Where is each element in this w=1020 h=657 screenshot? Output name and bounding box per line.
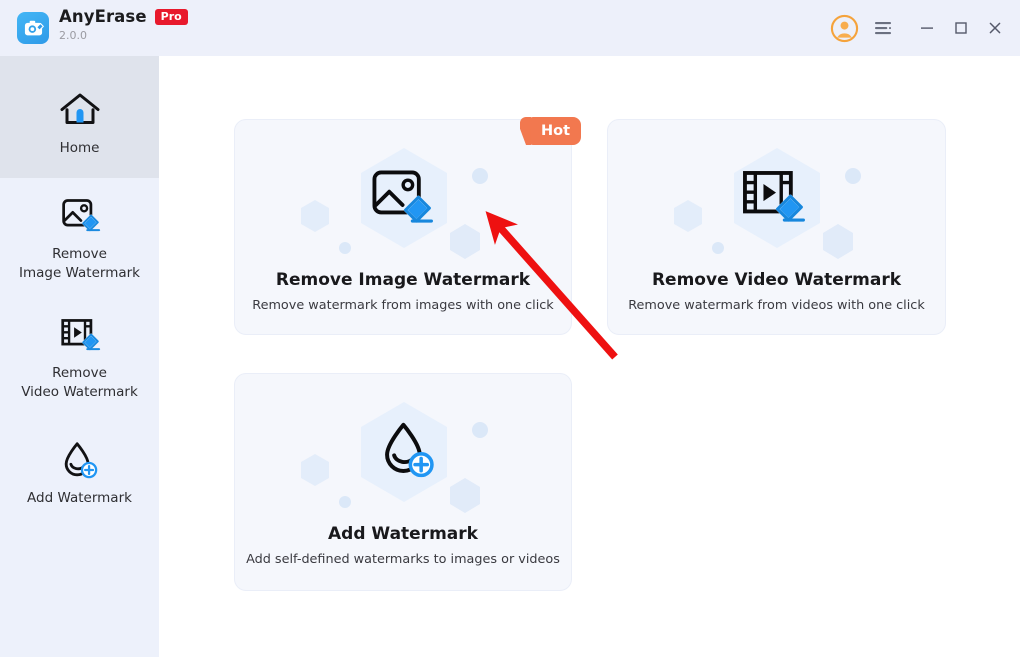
- minimize-icon: [921, 27, 933, 29]
- card-remove-video-watermark[interactable]: Remove Video Watermark Remove watermark …: [607, 119, 946, 335]
- circle-decor-top: [845, 168, 861, 184]
- hot-badge: Hot: [519, 117, 581, 145]
- sidebar-item-label: Remove Video Watermark: [21, 365, 138, 400]
- circle-decor-top: [472, 422, 488, 438]
- card-artwork: [235, 138, 571, 270]
- close-icon: [989, 22, 1001, 34]
- hex-decor-right: [450, 224, 480, 259]
- app-window: AnyErase Pro 2.0.0 Home Remove Image Wat…: [0, 0, 1020, 657]
- sidebar-item-add-watermark[interactable]: Add Watermark: [0, 417, 159, 527]
- card-subtitle: Remove watermark from images with one cl…: [252, 298, 554, 313]
- user-avatar[interactable]: [824, 11, 864, 45]
- hamburger-menu-icon: [875, 22, 891, 35]
- video-eraser-icon: [58, 312, 102, 358]
- card-subtitle: Add self-defined watermarks to images or…: [246, 552, 560, 567]
- card-title: Remove Image Watermark: [275, 270, 531, 290]
- brand-block: AnyErase Pro 2.0.0: [59, 7, 188, 42]
- circle-decor-top: [472, 168, 488, 184]
- app-logo-icon: [17, 12, 49, 44]
- sidebar-item-remove-image-watermark[interactable]: Remove Image Watermark: [0, 178, 159, 297]
- circle-decor-bottom: [712, 242, 724, 254]
- sidebar-item-home[interactable]: Home: [0, 56, 159, 178]
- maximize-button[interactable]: [944, 11, 978, 45]
- main-content: Hot Remove Image Watermark Remove waterm…: [159, 56, 1020, 657]
- hex-decor-left: [674, 200, 702, 232]
- circle-decor-bottom: [339, 496, 351, 508]
- circle-decor-bottom: [339, 242, 351, 254]
- minimize-button[interactable]: [910, 11, 944, 45]
- hex-decor-large: [734, 148, 820, 248]
- sidebar: Home Remove Image Watermark Remove Video…: [0, 56, 159, 657]
- hex-decor-right: [450, 478, 480, 513]
- sidebar-item-label: Add Watermark: [27, 489, 132, 506]
- hot-badge-label: Hot: [540, 123, 570, 139]
- sidebar-item-label: Home: [59, 139, 100, 156]
- title-bar: AnyErase Pro 2.0.0: [0, 0, 1020, 56]
- hex-decor-left: [301, 454, 329, 486]
- user-avatar-icon: [830, 14, 858, 42]
- home-icon: [58, 87, 102, 133]
- sidebar-item-remove-video-watermark[interactable]: Remove Video Watermark: [0, 297, 159, 417]
- card-remove-image-watermark[interactable]: Hot Remove Image Watermark Remove waterm…: [234, 117, 581, 335]
- card-title: Add Watermark: [328, 524, 478, 544]
- hex-decor-large: [361, 402, 447, 502]
- hamburger-menu-button[interactable]: [864, 11, 904, 45]
- droplet-plus-icon: [58, 437, 102, 483]
- image-eraser-icon: [58, 193, 102, 239]
- card-title: Remove Video Watermark: [651, 270, 902, 290]
- card-artwork: [608, 138, 945, 270]
- card-subtitle: Remove watermark from videos with one cl…: [628, 298, 925, 313]
- hex-decor-left: [301, 200, 329, 232]
- card-artwork: [235, 392, 571, 524]
- hex-decor-right: [823, 224, 853, 259]
- close-button[interactable]: [978, 11, 1012, 45]
- pro-badge: Pro: [154, 9, 188, 26]
- maximize-icon: [955, 22, 967, 34]
- sidebar-item-label: Remove Image Watermark: [18, 245, 141, 281]
- app-version: 2.0.0: [59, 28, 87, 42]
- app-name: AnyErase: [59, 7, 147, 26]
- window-controls: [824, 0, 1012, 56]
- card-add-watermark[interactable]: Add Watermark Add self-defined watermark…: [234, 373, 572, 591]
